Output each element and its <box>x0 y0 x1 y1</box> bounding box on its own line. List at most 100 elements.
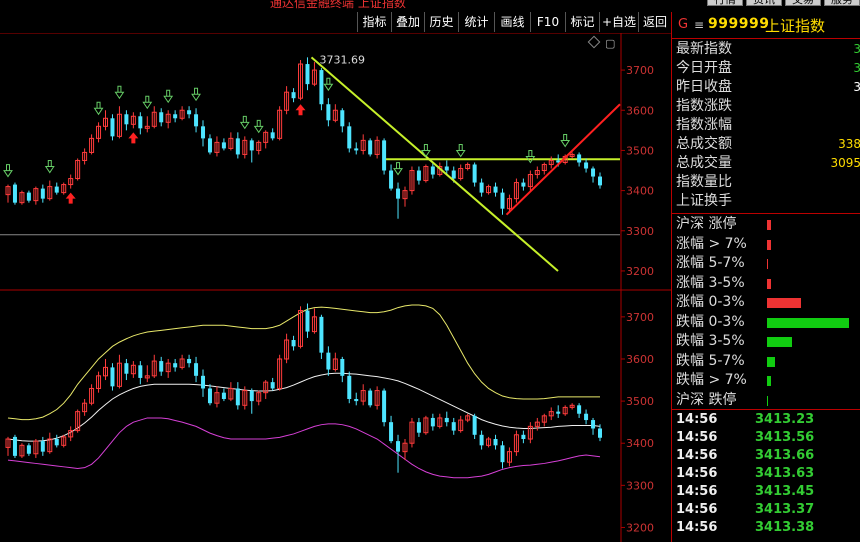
candle-body <box>500 445 505 463</box>
tick-time: 14:56 <box>676 484 718 499</box>
candle-body <box>235 138 240 155</box>
candle-body <box>584 413 589 421</box>
green-arrow-icon <box>191 87 201 102</box>
red-arrow-icon <box>65 192 76 204</box>
candle-body <box>26 192 31 201</box>
distribution-bar <box>767 259 768 269</box>
candle-body <box>430 417 435 427</box>
candle-body <box>159 361 164 372</box>
quote-label: 总成交量 <box>676 155 732 171</box>
y-tick-label: 3600 <box>626 104 654 117</box>
distribution-label: 沪深 涨停 <box>676 216 737 232</box>
panel-divider <box>672 409 860 410</box>
candle-body <box>319 70 324 105</box>
distribution-bar <box>767 356 775 367</box>
candle-body <box>110 118 115 137</box>
candle-body <box>500 192 505 209</box>
distribution-label: 跌幅 > 7% <box>676 372 747 388</box>
candle-body <box>479 182 484 193</box>
box-icon: ▢ <box>605 37 615 50</box>
back-button[interactable]: 返回 <box>638 12 671 32</box>
hamburger-icon[interactable]: ≡ <box>694 18 704 32</box>
candle-body <box>173 363 178 368</box>
draw-line-button[interactable]: 画线 <box>494 12 530 32</box>
diamond-icon <box>587 35 601 49</box>
candle-body <box>354 148 359 151</box>
candle-body <box>40 441 45 452</box>
quote-value: 3 <box>853 42 860 56</box>
candle-body <box>159 112 164 123</box>
candle-body <box>472 164 477 183</box>
y-tick-label: 3200 <box>626 265 654 278</box>
statistics-button[interactable]: 统计 <box>458 12 494 32</box>
candle-body <box>382 140 387 171</box>
distribution-label: 沪深 跌停 <box>676 391 737 408</box>
tick-price: 3413.66 <box>755 448 815 463</box>
candle-body <box>270 132 275 139</box>
tick-time: 14:56 <box>676 520 718 535</box>
candle-body <box>319 316 324 353</box>
bollinger-upper-line <box>7 304 600 421</box>
candle-body <box>368 140 373 155</box>
candle-body <box>110 367 115 387</box>
top-right-tabs: 行情 资讯 交易 服务 <box>704 0 860 6</box>
candle-body <box>598 428 602 438</box>
candle-body <box>396 188 401 199</box>
candle-body <box>430 166 435 175</box>
overlay-button[interactable]: 叠加 <box>391 12 424 32</box>
mark-button[interactable]: 标记 <box>565 12 599 32</box>
candle-body <box>382 390 387 423</box>
candle-body <box>221 142 226 149</box>
red-arrow-icon <box>128 132 139 144</box>
candle-body <box>305 64 310 85</box>
distribution-bar <box>767 395 768 406</box>
y-tick-label: 3300 <box>626 479 654 492</box>
green-arrow-icon <box>455 143 466 158</box>
distribution-bar <box>767 278 772 289</box>
candle-body <box>389 422 394 442</box>
quote-value: 3 <box>853 80 860 94</box>
candle-body <box>521 434 526 440</box>
tick-price: 3413.63 <box>755 466 815 481</box>
tab-quote[interactable]: 行情 <box>707 0 743 6</box>
green-arrow-icon <box>323 77 334 92</box>
y-tick-label: 3700 <box>626 64 654 77</box>
candle-body <box>598 176 602 186</box>
tab-service[interactable]: 服务 <box>824 0 860 6</box>
candle-body <box>194 114 199 127</box>
f10-button[interactable]: F10 <box>530 12 565 32</box>
distribution-label: 涨幅 0-3% <box>676 294 745 310</box>
green-arrow-icon <box>525 150 536 164</box>
y-tick-label: 3400 <box>626 437 654 450</box>
candle-body <box>207 388 212 404</box>
distribution-bar <box>767 220 772 230</box>
tab-news[interactable]: 资讯 <box>746 0 782 6</box>
quote-label: 指数涨幅 <box>676 117 732 133</box>
green-arrow-icon <box>239 115 250 130</box>
stock-code: 999999 <box>708 16 770 32</box>
tick-price: 3413.45 <box>755 484 815 499</box>
kline-chart-area[interactable]: ▢ 3200 3300 3400 3500 3600 3700 3731.69 3200 33… <box>0 33 671 542</box>
candle-body <box>444 166 449 171</box>
candle-body <box>493 186 498 193</box>
green-arrow-icon <box>3 164 13 178</box>
tick-row: 14:56 3413.66 <box>672 448 860 466</box>
candle-body <box>340 358 345 376</box>
candle-body <box>347 126 352 149</box>
panel-divider <box>672 213 860 214</box>
indicator-button[interactable]: 指标 <box>357 12 391 32</box>
candle-body <box>12 436 17 456</box>
chart-toolbar: 指标 叠加 历史 统计 画线 F10 标记 +自选 返回 <box>0 12 671 32</box>
candle-body <box>472 415 477 435</box>
green-arrow-icon <box>114 85 125 100</box>
y-tick-label: 3500 <box>626 395 654 408</box>
y-tick-label: 3600 <box>626 353 654 366</box>
distribution-label: 涨幅 5-7% <box>676 255 745 271</box>
tab-trade[interactable]: 交易 <box>785 0 821 6</box>
tick-time: 14:56 <box>676 502 718 517</box>
quote-label: 指数涨跌 <box>676 98 732 114</box>
add-favorite-button[interactable]: +自选 <box>599 12 638 32</box>
candle-body <box>26 445 31 454</box>
history-button[interactable]: 历史 <box>424 12 458 32</box>
candle-body <box>479 434 484 446</box>
